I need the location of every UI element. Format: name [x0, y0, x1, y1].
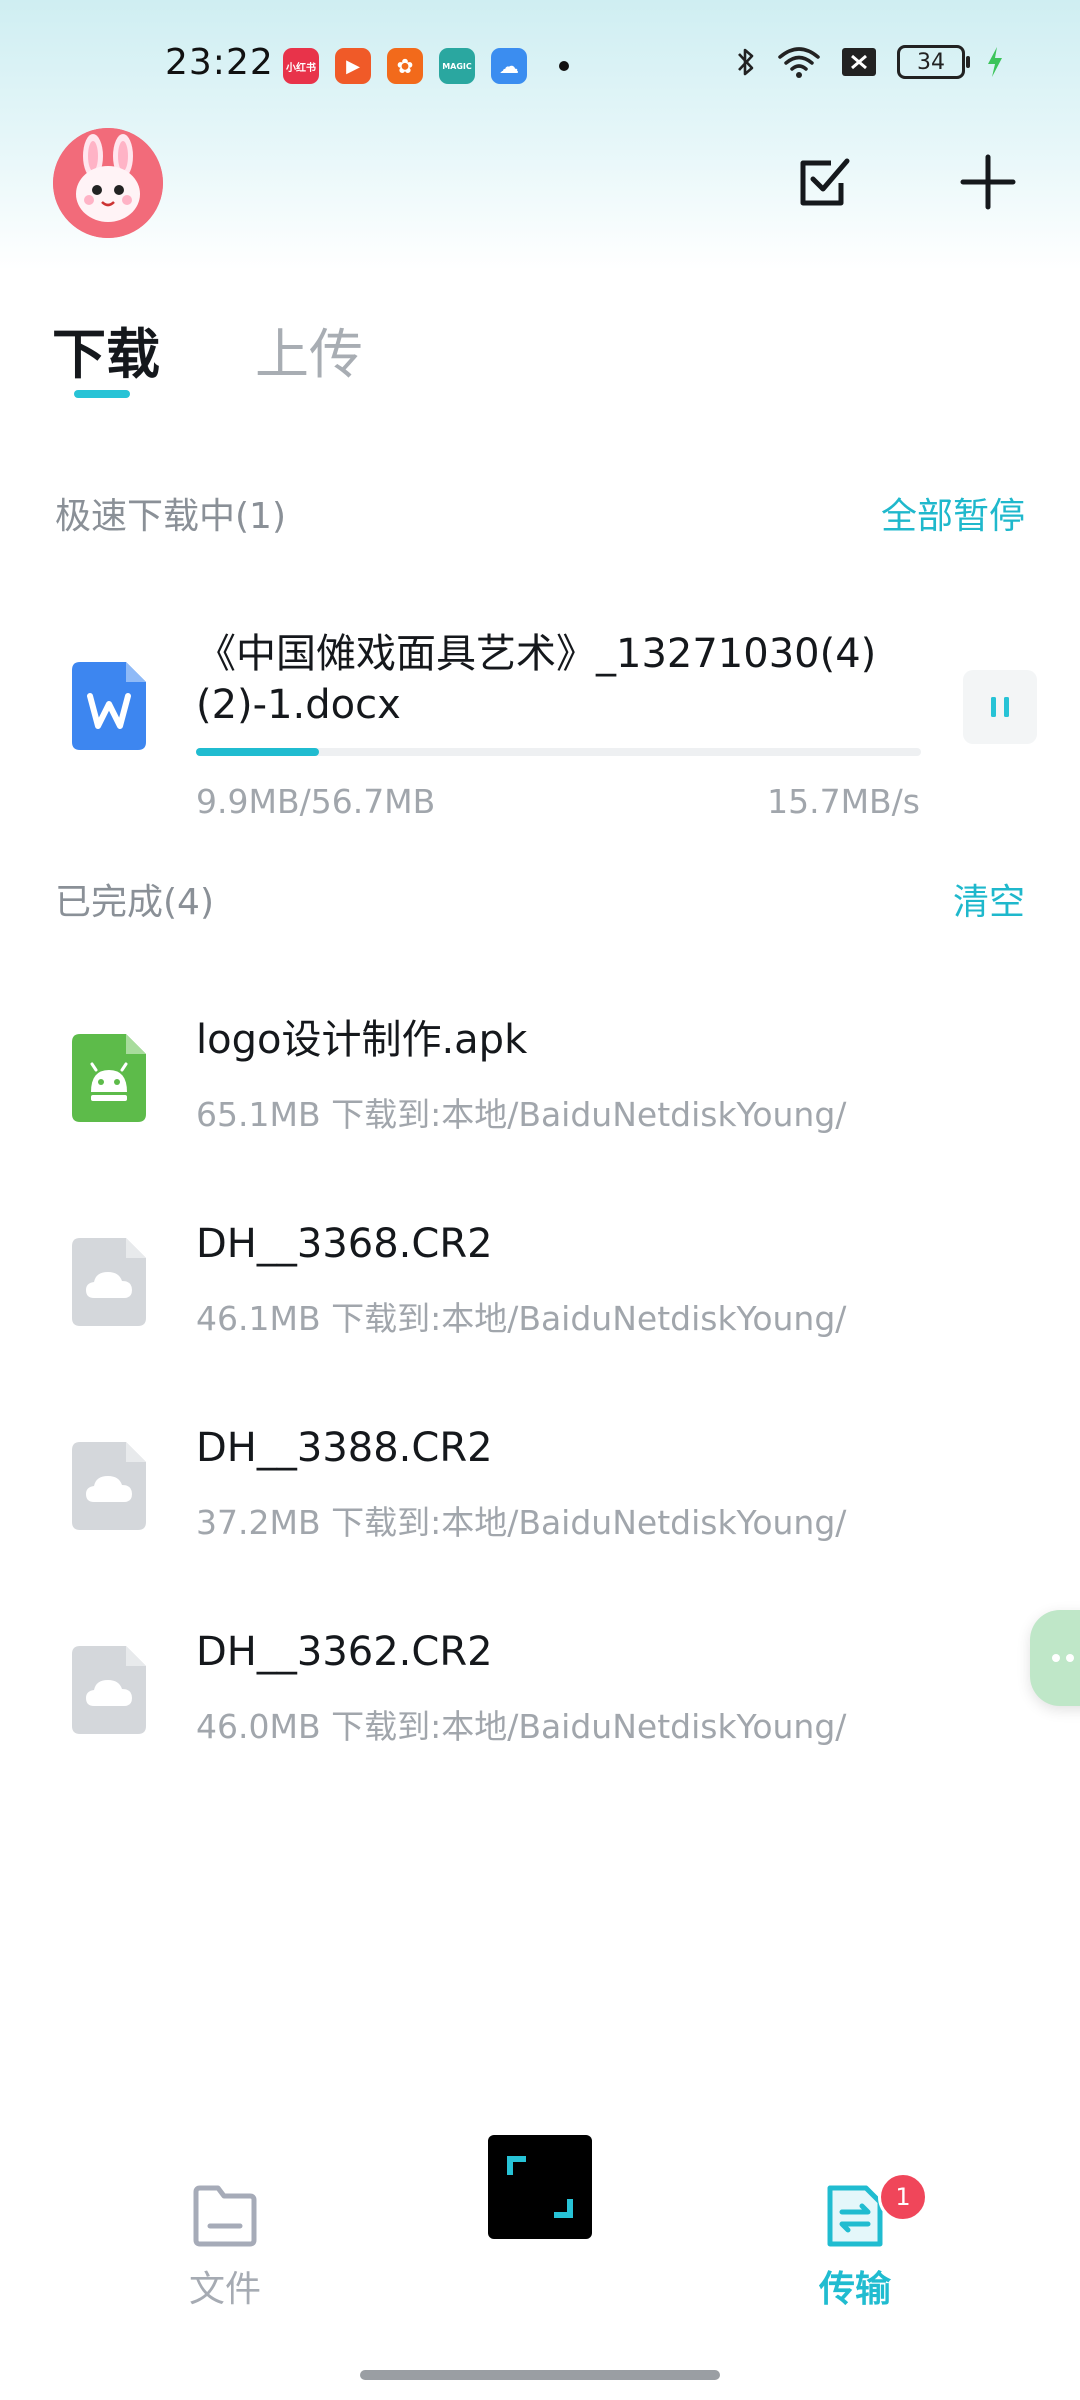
battery-indicator: 34	[897, 45, 970, 79]
completed-file-meta: 46.0MB 下载到:本地/BaiduNetdiskYoung/	[196, 1707, 847, 1746]
magic-app-icon: MAGIC	[439, 48, 475, 84]
bunny-avatar-icon	[53, 128, 163, 238]
tab-upload[interactable]: 上传	[255, 310, 363, 389]
status-indicators: 34	[735, 45, 1005, 79]
video-app-icon: ▶	[335, 48, 371, 84]
download-progress-fill	[196, 748, 320, 756]
transfer-page: 23:22 小红书 ▶ ✿ MAGIC ☁ 34 下载 上传 极速下载中(1) …	[0, 0, 1080, 2400]
nav-files[interactable]: 文件	[125, 2180, 325, 2312]
user-avatar[interactable]	[53, 128, 163, 238]
tab-download-label: 下载	[52, 323, 160, 386]
add-button[interactable]	[956, 150, 1020, 214]
completed-file-name: DH__3388.CR2	[196, 1425, 493, 1471]
completed-item[interactable]: DH__3368.CR2 46.1MB 下载到:本地/BaiduNetdiskY…	[0, 1214, 1080, 1364]
cloud-file-icon	[72, 1238, 146, 1326]
tab-download[interactable]: 下载	[52, 310, 160, 398]
downloading-size: 9.9MB/56.7MB	[196, 782, 436, 821]
xiaohongshu-icon: 小红书	[283, 48, 319, 84]
completed-file-meta: 65.1MB 下载到:本地/BaiduNetdiskYoung/	[196, 1095, 847, 1134]
scan-button[interactable]	[488, 2135, 592, 2239]
pause-download-button[interactable]	[963, 670, 1037, 744]
completed-file-meta: 37.2MB 下载到:本地/BaiduNetdiskYoung/	[196, 1503, 847, 1542]
completed-file-name: DH__3368.CR2	[196, 1221, 493, 1267]
pause-all-button[interactable]: 全部暂停	[881, 487, 1025, 539]
floating-assistant-button[interactable]	[1030, 1610, 1080, 1706]
tab-upload-label: 上传	[255, 323, 363, 386]
active-tab-indicator	[74, 390, 130, 398]
completed-item[interactable]: logo设计制作.apk 65.1MB 下载到:本地/BaiduNetdiskY…	[0, 1010, 1080, 1160]
checkbox-icon	[800, 158, 850, 206]
downloading-item[interactable]: 《中国傩戏面具艺术》_13271030(4) (2)-1.docx 9.9MB/…	[0, 620, 1080, 821]
downloading-section-title: 极速下载中(1)	[55, 496, 286, 537]
clear-button[interactable]: 清空	[953, 873, 1025, 925]
plus-icon	[960, 154, 1016, 210]
wifi-icon	[778, 47, 820, 78]
cloud-file-icon	[72, 1442, 146, 1530]
completed-item[interactable]: DH__3362.CR2 46.0MB 下载到:本地/BaiduNetdiskY…	[0, 1622, 1080, 1772]
completed-file-name: DH__3362.CR2	[196, 1629, 493, 1675]
header-actions	[792, 150, 1020, 214]
bluetooth-icon	[738, 48, 754, 76]
status-time: 23:22	[165, 42, 274, 83]
no-sim-icon	[842, 48, 876, 76]
charging-icon	[988, 47, 1002, 77]
home-indicator[interactable]	[360, 2370, 720, 2380]
battery-level: 34	[917, 49, 945, 75]
downloading-file-name-line1: 《中国傩戏面具艺术》_13271030(4)	[196, 631, 877, 677]
chat-bubble-icon	[1052, 1654, 1074, 1662]
pause-icon	[991, 697, 1009, 717]
completed-file-meta: 46.1MB 下载到:本地/BaiduNetdiskYoung/	[196, 1299, 847, 1338]
notification-app-icons: 小红书 ▶ ✿ MAGIC ☁	[283, 48, 569, 84]
completed-item[interactable]: DH__3388.CR2 37.2MB 下载到:本地/BaiduNetdiskY…	[0, 1418, 1080, 1568]
nav-files-label: 文件	[188, 2269, 261, 2310]
weather-icon: ☁	[491, 48, 527, 84]
completed-section-title: 已完成(4)	[55, 882, 214, 923]
completed-section-header: 已完成(4) 清空	[55, 873, 1025, 925]
transfer-count-badge: 1	[878, 2172, 928, 2222]
status-bar: 23:22 小红书 ▶ ✿ MAGIC ☁ 34	[0, 0, 1080, 130]
apk-file-icon	[72, 1034, 146, 1122]
download-speed: 15.7MB/s	[767, 782, 920, 821]
more-notifications-dot	[559, 61, 569, 71]
select-mode-button[interactable]	[792, 150, 856, 214]
cloud-file-icon	[72, 1646, 146, 1734]
download-progress-bar	[196, 748, 921, 756]
transfer-tabs: 下载 上传	[52, 310, 363, 398]
completed-file-name: logo设计制作.apk	[196, 1017, 528, 1063]
downloading-file-name-line2: (2)-1.docx	[196, 682, 401, 728]
nav-transfer-label: 传输	[818, 2269, 891, 2310]
downloading-section-header: 极速下载中(1) 全部暂停	[55, 487, 1025, 539]
word-document-icon	[72, 662, 146, 750]
kuaishou-icon: ✿	[387, 48, 423, 84]
scan-frame-icon	[507, 2156, 573, 2218]
folder-icon	[193, 2185, 257, 2247]
